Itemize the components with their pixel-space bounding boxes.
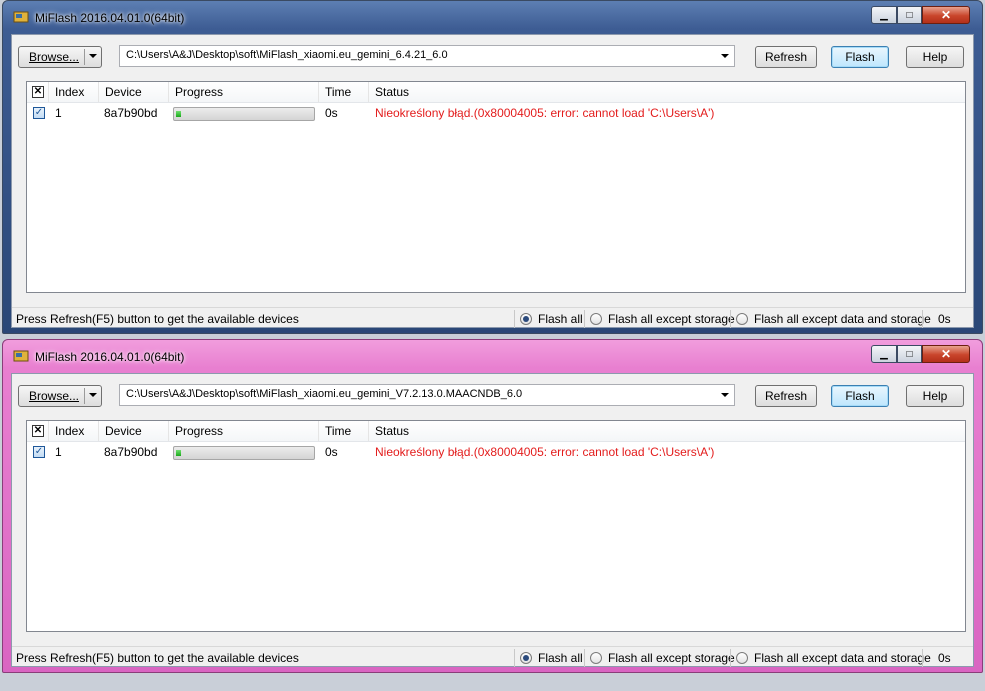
flash-button[interactable]: Flash [831,46,889,68]
status-message: Press Refresh(F5) button to get the avai… [16,312,299,326]
status-bar: Press Refresh(F5) button to get the avai… [12,646,973,669]
row-index: 1 [55,445,62,459]
column-header-device[interactable]: Device [99,421,169,441]
elapsed-time: 0s [938,651,951,665]
radio-label-flash-except-data-storage[interactable]: Flash all except data and storage [754,651,931,665]
chevron-down-icon[interactable] [721,393,729,397]
column-header-device[interactable]: Device [99,82,169,102]
radio-flash-except-storage[interactable] [590,313,602,325]
table-row[interactable]: ✓ 1 8a7b90bd 0s Nieokreślony błąd.(0x800… [27,103,965,123]
help-button[interactable]: Help [906,46,964,68]
column-header-index[interactable]: Index [49,82,99,102]
minimize-icon: ▁ [880,348,888,360]
browse-button[interactable]: Browse... [18,385,102,407]
maximize-icon: □ [906,9,913,21]
title-bar[interactable]: MiFlash 2016.04.01.0(64bit) ▁ □ ✕ [3,1,982,35]
column-header-progress[interactable]: Progress [169,82,319,102]
radio-label-flash-all[interactable]: Flash all [538,312,583,326]
row-checkbox[interactable]: ✓ [33,446,45,458]
maximize-button[interactable]: □ [897,345,922,363]
row-checkbox[interactable]: ✓ [33,107,45,119]
column-header-status[interactable]: Status [369,82,965,102]
row-progress-bar [173,446,315,460]
table-row[interactable]: ✓ 1 8a7b90bd 0s Nieokreślony błąd.(0x800… [27,442,965,462]
radio-flash-except-data-storage[interactable] [736,313,748,325]
column-header-status[interactable]: Status [369,421,965,441]
radio-label-flash-except-storage[interactable]: Flash all except storage [608,651,735,665]
path-combobox[interactable]: C:\Users\A&J\Desktop\soft\MiFlash_xiaomi… [119,384,735,406]
flash-button[interactable]: Flash [831,385,889,407]
radio-label-flash-all[interactable]: Flash all [538,651,583,665]
miflash-app-icon [13,350,29,362]
maximize-button[interactable]: □ [897,6,922,24]
grid-header: ✕ Index Device Progress Time Status [27,82,965,103]
path-value: C:\Users\A&J\Desktop\soft\MiFlash_xiaomi… [126,388,523,400]
client-area: Browse... C:\Users\A&J\Desktop\soft\MiFl… [11,34,974,328]
grid-header: ✕ Index Device Progress Time Status [27,421,965,442]
close-button[interactable]: ✕ [922,345,970,363]
column-header-index[interactable]: Index [49,421,99,441]
close-icon: ✕ [940,347,952,361]
chevron-down-icon[interactable] [721,54,729,58]
help-button[interactable]: Help [906,385,964,407]
row-progress-bar [173,107,315,121]
column-header-time[interactable]: Time [319,421,369,441]
select-all-checkbox[interactable]: ✕ [32,86,44,98]
close-button[interactable]: ✕ [922,6,970,24]
window-title: MiFlash 2016.04.01.0(64bit) [35,350,185,364]
row-time: 0s [325,106,338,120]
row-device: 8a7b90bd [104,445,158,459]
select-all-checkbox[interactable]: ✕ [32,425,44,437]
column-header-time[interactable]: Time [319,82,369,102]
chevron-down-icon[interactable] [89,54,97,58]
client-area: Browse... C:\Users\A&J\Desktop\soft\MiFl… [11,373,974,667]
refresh-button[interactable]: Refresh [755,385,817,407]
status-message: Press Refresh(F5) button to get the avai… [16,651,299,665]
row-index: 1 [55,106,62,120]
radio-flash-all[interactable] [520,313,532,325]
row-device: 8a7b90bd [104,106,158,120]
minimize-button[interactable]: ▁ [871,6,897,24]
browse-label: Browse... [29,389,80,403]
miflash-window-2: MiFlash 2016.04.01.0(64bit) ▁ □ ✕ Browse… [2,339,983,673]
browse-button[interactable]: Browse... [18,46,102,68]
status-bar: Press Refresh(F5) button to get the avai… [12,307,973,330]
radio-label-flash-except-data-storage[interactable]: Flash all except data and storage [754,312,931,326]
radio-flash-except-data-storage[interactable] [736,652,748,664]
row-status: Nieokreślony błąd.(0x80004005: error: ca… [375,445,715,459]
device-grid[interactable]: ✕ Index Device Progress Time Status ✓ 1 … [26,420,966,632]
chevron-down-icon[interactable] [89,393,97,397]
minimize-button[interactable]: ▁ [871,345,897,363]
minimize-icon: ▁ [880,9,888,21]
title-bar[interactable]: MiFlash 2016.04.01.0(64bit) ▁ □ ✕ [3,340,982,374]
elapsed-time: 0s [938,312,951,326]
row-time: 0s [325,445,338,459]
device-grid[interactable]: ✕ Index Device Progress Time Status ✓ 1 … [26,81,966,293]
window-title: MiFlash 2016.04.01.0(64bit) [35,11,185,25]
refresh-button[interactable]: Refresh [755,46,817,68]
row-status: Nieokreślony błąd.(0x80004005: error: ca… [375,106,715,120]
maximize-icon: □ [906,348,913,360]
browse-label: Browse... [29,50,80,64]
path-combobox[interactable]: C:\Users\A&J\Desktop\soft\MiFlash_xiaomi… [119,45,735,67]
miflash-window-1: MiFlash 2016.04.01.0(64bit) ▁ □ ✕ Browse… [2,0,983,334]
path-value: C:\Users\A&J\Desktop\soft\MiFlash_xiaomi… [126,49,448,61]
close-icon: ✕ [940,8,952,22]
radio-flash-all[interactable] [520,652,532,664]
radio-flash-except-storage[interactable] [590,652,602,664]
column-header-progress[interactable]: Progress [169,421,319,441]
miflash-app-icon [13,11,29,23]
radio-label-flash-except-storage[interactable]: Flash all except storage [608,312,735,326]
